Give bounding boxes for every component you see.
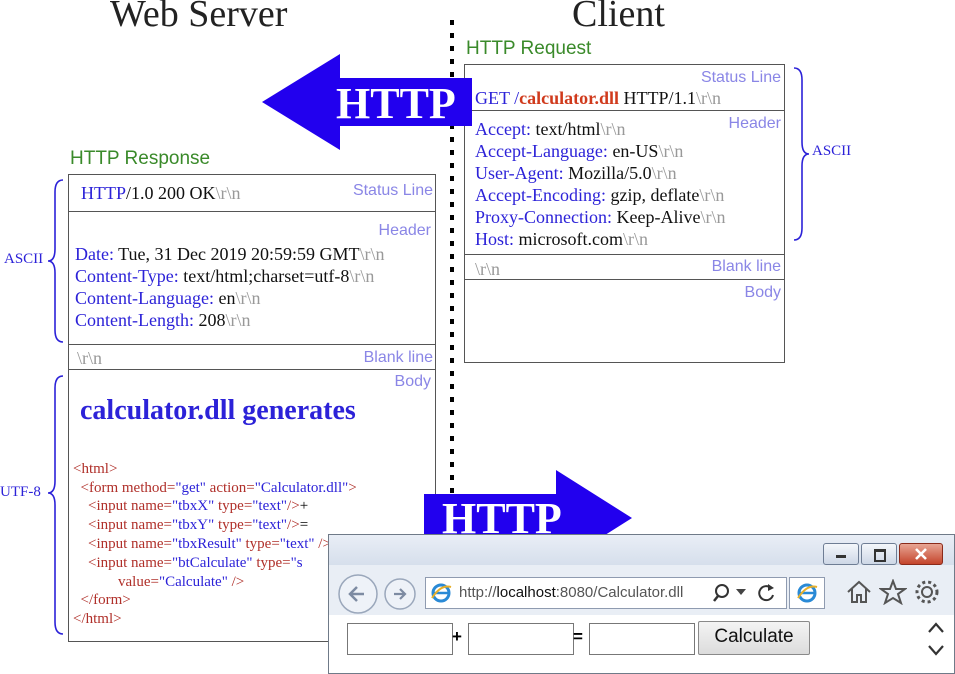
browser-window: http://localhost:8080/Calculator.dll + = — [328, 534, 955, 674]
code-line: </html> — [73, 611, 122, 628]
url-text: http://localhost:8080/Calculator.dll — [459, 584, 684, 601]
response-header-line: Date: Tue, 31 Dec 2019 20:59:59 GMT\r\n — [75, 244, 385, 264]
close-button[interactable] — [899, 543, 943, 565]
code-line: <html> — [73, 460, 118, 477]
request-path: calculator.dll — [519, 88, 620, 108]
http-arrow-left-label: HTTP — [336, 79, 456, 128]
ie-tab-icon — [797, 583, 818, 603]
response-blank-line: \r\n — [77, 348, 102, 368]
request-status-label: Status Line — [700, 69, 781, 86]
response-body-label: Body — [394, 373, 431, 390]
response-headers: Date: Tue, 31 Dec 2019 20:59:59 GMT\r\n … — [75, 243, 385, 331]
request-header-label: Header — [728, 115, 781, 132]
minimize-icon — [836, 555, 846, 558]
response-status-line: HTTP/1.0 200 OK\r\n — [81, 183, 241, 203]
response-ascii-label: ASCII — [4, 251, 44, 267]
request-version: HTTP/1.1 — [619, 88, 697, 108]
maximize-button[interactable] — [861, 543, 897, 565]
code-line: <form method="get" action="Calculator.dl… — [80, 479, 357, 496]
response-header-line: Content-Length: 208\r\n — [75, 310, 251, 330]
ie-page-icon — [431, 583, 452, 603]
code-line: <input name="tbxX" type="text"/>+ — [88, 498, 309, 515]
minimize-button[interactable] — [823, 543, 859, 565]
dropdown-icon[interactable] — [736, 589, 746, 597]
plus-label: + — [452, 627, 462, 646]
request-ascii-label: ASCII — [812, 143, 852, 159]
response-header-line: Content-Type: text/html;charset=utf-8\r\… — [75, 266, 375, 286]
magnifier-icon[interactable] — [712, 583, 734, 603]
scrollbar[interactable] — [921, 615, 953, 673]
tbx-x-input[interactable] — [347, 623, 453, 655]
client-title: Client — [572, 0, 665, 35]
request-headers: Accept: text/html\r\n Accept-Language: e… — [475, 118, 725, 250]
tbx-result-input[interactable] — [589, 623, 695, 655]
tab[interactable] — [789, 577, 825, 609]
html-source: <html> <form method="get" action="Calcul… — [73, 441, 357, 667]
request-header-line: Accept: text/html\r\n — [475, 119, 626, 139]
response-ascii-brace — [47, 179, 64, 343]
response-heading: HTTP Response — [70, 148, 211, 169]
request-header-line: Accept-Encoding: gzip, deflate\r\n — [475, 185, 725, 205]
response-status-label: Status Line — [352, 182, 433, 199]
refresh-icon[interactable] — [756, 583, 776, 603]
request-method: GET / — [475, 88, 520, 108]
favorites-star-icon[interactable] — [879, 579, 907, 605]
equals-label: = — [573, 627, 583, 646]
back-button[interactable] — [337, 573, 379, 615]
request-heading: HTTP Request — [466, 38, 592, 59]
code-line: <input name="tbxResult" type="text" /> — [88, 535, 331, 552]
maximize-icon — [874, 549, 886, 562]
crlf: \r\n — [696, 88, 722, 108]
forward-button[interactable] — [383, 577, 417, 611]
home-icon[interactable] — [845, 579, 873, 605]
code-line: </form> — [73, 592, 131, 609]
request-ascii-brace — [793, 67, 810, 241]
code-line: value="Calculate" /> — [118, 573, 245, 590]
web-server-title: Web Server — [110, 0, 288, 35]
code-line: <input name="btCalculate" type="s — [88, 554, 303, 571]
address-bar[interactable]: http://localhost:8080/Calculator.dll — [425, 577, 787, 609]
response-header-line: Content-Language: en\r\n — [75, 288, 261, 308]
request-body-label: Body — [744, 284, 781, 301]
scroll-down-icon[interactable] — [927, 643, 945, 657]
request-blank-label: Blank line — [711, 258, 781, 275]
code-line: <input name="tbxY" type="text"/>= — [88, 517, 309, 534]
tbx-y-input[interactable] — [468, 623, 574, 655]
close-icon — [915, 548, 927, 560]
request-header-line: Host: microsoft.com\r\n — [475, 229, 648, 249]
request-header-line: Accept-Language: en-US\r\n — [475, 141, 684, 161]
request-blank-line: \r\n — [475, 259, 500, 279]
response-header-label: Header — [378, 222, 431, 239]
response-utf8-label: UTF-8 — [0, 484, 41, 500]
request-status-line: GET /calculator.dll HTTP/1.1\r\n — [475, 87, 721, 109]
scroll-up-icon[interactable] — [927, 621, 945, 635]
request-header-line: User-Agent: Mozilla/5.0\r\n — [475, 163, 677, 183]
request-header-line: Proxy-Connection: Keep-Alive\r\n — [475, 207, 726, 227]
calculate-button[interactable]: Calculate — [698, 621, 810, 655]
request-box: Status Line GET /calculator.dll HTTP/1.1… — [464, 64, 785, 363]
body-heading: calculator.dll generates — [80, 395, 356, 426]
response-blank-label: Blank line — [363, 349, 433, 366]
gear-icon[interactable] — [913, 579, 941, 605]
response-utf8-brace — [47, 375, 64, 635]
